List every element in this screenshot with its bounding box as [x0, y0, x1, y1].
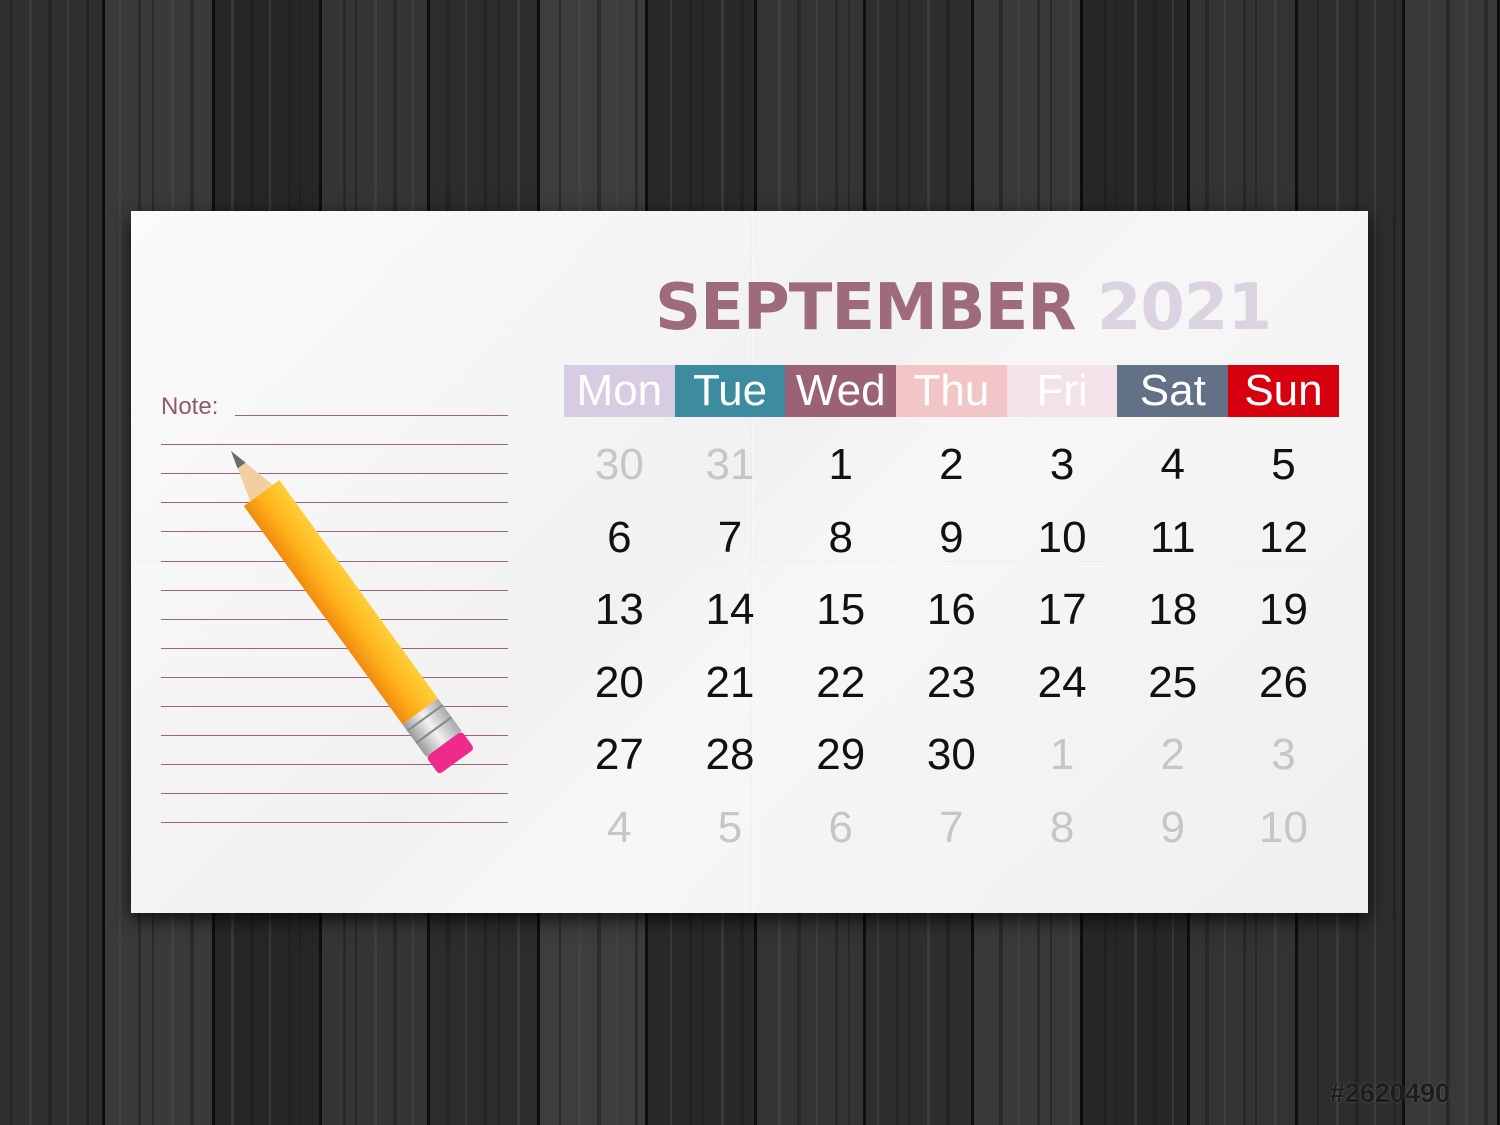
calendar-title: SEPTEMBER 2021 — [655, 271, 1272, 345]
date-cell-outside-month: 31 — [705, 440, 755, 489]
date-cell: 16 — [926, 585, 976, 634]
date-cell-outside-month: 8 — [1049, 802, 1075, 852]
weekday-tue: Tue — [674, 365, 786, 417]
month-name: SEPTEMBER — [655, 271, 1077, 345]
date-cell: 29 — [816, 730, 866, 779]
date-cell: 11 — [1149, 512, 1196, 562]
note-line — [161, 822, 508, 824]
wood-grain — [67, 0, 69, 1125]
date-cell: 6 — [607, 512, 632, 562]
pencil-icon — [231, 451, 473, 774]
wood-grain — [1393, 0, 1396, 1125]
date-cell: 13 — [594, 585, 644, 634]
weekday-mon: Mon — [564, 365, 675, 417]
week-row: 20 21 22 23 24 25 26 — [564, 647, 1339, 720]
date-cell: 5 — [1271, 440, 1296, 489]
date-cell: 3 — [1049, 440, 1075, 489]
date-cell-outside-month: 10 — [1258, 802, 1308, 852]
wood-grain — [29, 0, 32, 1125]
date-cell: 12 — [1258, 512, 1308, 562]
date-cell: 26 — [1258, 657, 1308, 707]
date-cell: 10 — [1037, 512, 1087, 562]
wood-grain — [10, 0, 12, 1125]
weekday-header: Mon Tue Wed Thu Fri Sat Sun — [564, 365, 1339, 417]
week-row: 4 5 6 7 8 9 10 — [564, 792, 1339, 865]
weekday-thu: Thu — [896, 365, 1007, 417]
date-cell: 9 — [939, 512, 964, 562]
date-cell: 20 — [594, 657, 644, 707]
date-cell: 8 — [828, 512, 853, 562]
wood-grain — [1428, 0, 1430, 1125]
calendar-card: SEPTEMBER 2021 Mon Tue Wed Thu Fri Sat Sun 30 3… — [131, 211, 1368, 913]
date-cell: 7 — [717, 512, 743, 562]
date-cell-outside-month: 4 — [607, 802, 632, 852]
date-cell: 27 — [594, 730, 644, 779]
date-cell: 17 — [1037, 585, 1087, 634]
plank-gap — [102, 0, 105, 1125]
week-row: 13 14 15 16 17 18 19 — [564, 574, 1339, 647]
date-cell-outside-month: 1 — [1049, 730, 1075, 779]
plank-gap — [1402, 0, 1405, 1125]
wood-grain — [1447, 0, 1450, 1125]
stock-id: #2620490 — [1329, 1078, 1450, 1108]
date-cell-outside-month: 9 — [1160, 802, 1186, 852]
wood-grain — [119, 0, 121, 1125]
date-cell: 14 — [705, 585, 755, 634]
date-cell: 19 — [1258, 585, 1308, 634]
date-cell: 24 — [1037, 657, 1087, 707]
week-row: 27 28 29 30 1 2 3 — [564, 719, 1339, 792]
date-cell-outside-month: 5 — [717, 802, 743, 852]
wood-plank — [0, 0, 105, 1125]
note-line — [235, 415, 508, 416]
date-cell: 23 — [926, 657, 976, 707]
year-number: 2021 — [1096, 271, 1272, 345]
wood-grain — [1374, 0, 1376, 1125]
wood-grain — [86, 0, 89, 1125]
weekday-sun: Sun — [1228, 365, 1339, 417]
date-cell: 2 — [939, 440, 964, 489]
date-cell: 25 — [1148, 657, 1198, 707]
date-cell: 1 — [828, 440, 853, 489]
wood-grain — [1484, 0, 1488, 1125]
week-row: 6 7 8 9 10 11 12 — [564, 502, 1339, 575]
date-cell-outside-month: 6 — [828, 802, 853, 852]
date-cell-outside-month: 7 — [939, 802, 964, 852]
date-cell-outside-month: 30 — [594, 440, 644, 489]
date-cell: 28 — [705, 730, 755, 779]
wood-grain — [1465, 0, 1468, 1125]
date-cell: 21 — [705, 657, 755, 707]
note-label: Note: — [161, 393, 219, 420]
date-cell-outside-month: 3 — [1271, 730, 1296, 779]
wood-grain — [48, 0, 52, 1125]
weekday-fri: Fri — [1006, 365, 1118, 417]
weekday-wed: Wed — [785, 365, 897, 417]
date-cell: 4 — [1160, 440, 1186, 489]
date-grid: 30 31 1 2 3 4 5 6 7 8 9 10 11 12 13 14 15 16 17 18 19 20 21 22 2… — [564, 429, 1339, 864]
date-cell: 22 — [816, 657, 866, 707]
date-cell-outside-month: 2 — [1160, 730, 1186, 779]
date-cell: 15 — [816, 585, 866, 634]
weekday-sat: Sat — [1117, 365, 1229, 417]
date-cell: 30 — [926, 730, 976, 779]
week-row: 30 31 1 2 3 4 5 — [564, 429, 1339, 502]
date-cell: 18 — [1148, 585, 1198, 634]
